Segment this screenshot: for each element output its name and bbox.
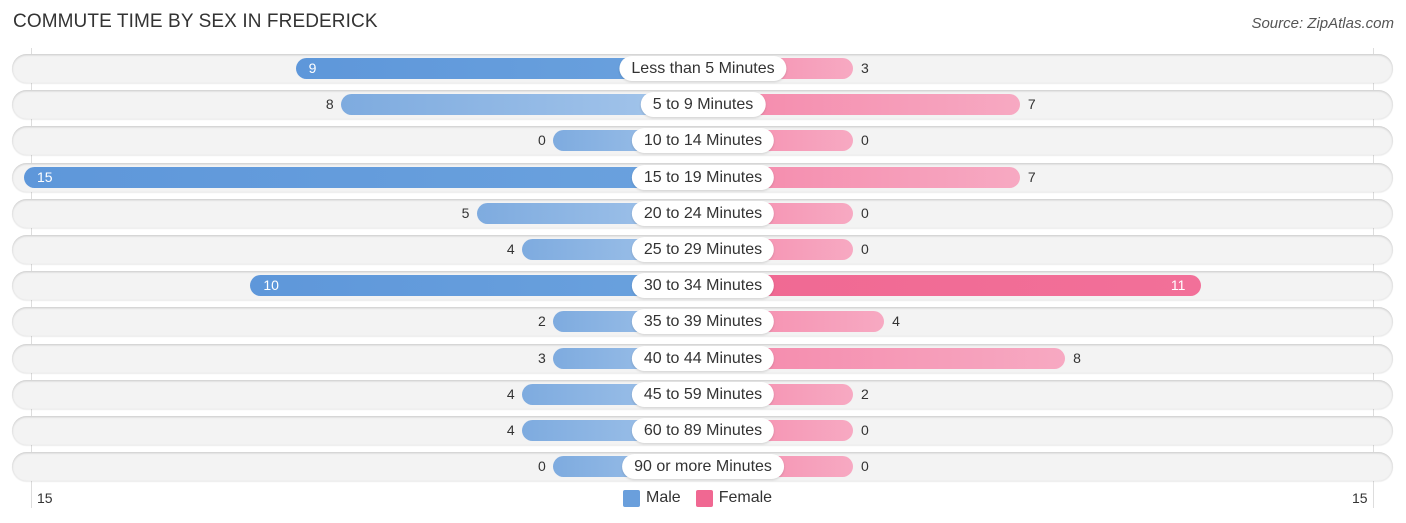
category-label: 30 to 34 Minutes [631,273,775,298]
value-label-female: 7 [1027,96,1036,112]
bar-male[interactable] [24,167,723,188]
value-label-male: 5 [461,205,470,221]
category-label: 20 to 24 Minutes [631,201,775,226]
category-label: 35 to 39 Minutes [631,309,775,334]
value-label-male: 0 [538,458,546,474]
category-label: Less than 5 Minutes [619,56,787,81]
value-label-male: 0 [538,132,546,148]
value-label-female: 7 [1027,169,1036,185]
source-label: Source: ZipAtlas.com [1251,15,1394,32]
category-label: 90 or more Minutes [622,454,784,479]
axis-tick-left: 15 [37,490,53,506]
value-label-female: 0 [861,205,869,221]
value-label-female: 0 [861,132,869,148]
value-label-female: 2 [861,386,869,402]
axis-tick-right: 15 [1352,490,1368,506]
chart-title: COMMUTE TIME BY SEX IN FREDERICK [13,11,378,32]
category-label: 25 to 29 Minutes [631,237,775,262]
value-label-male: 4 [506,422,515,438]
value-label-male: 8 [325,96,334,112]
value-label-female: 11 [1170,277,1186,293]
value-label-male: 4 [506,241,515,257]
value-label-female: 3 [861,60,869,76]
value-label-male: 4 [506,386,515,402]
category-label: 60 to 89 Minutes [631,418,775,443]
value-label-male: 2 [538,313,546,329]
category-label: 40 to 44 Minutes [631,346,775,371]
category-label: 5 to 9 Minutes [640,92,766,117]
legend-swatch-female [695,489,713,507]
value-label-male: 10 [263,277,279,293]
legend-label-male: Male [646,489,681,506]
value-label-male: 3 [538,350,546,366]
value-label-female: 0 [861,422,869,438]
value-label-female: 8 [1073,350,1081,366]
value-label-male: 15 [37,169,53,185]
category-label: 10 to 14 Minutes [631,128,775,153]
value-label-female: 0 [861,458,869,474]
legend-item-male[interactable]: Male [623,489,681,507]
legend-item-female[interactable]: Female [695,489,773,507]
category-label: 45 to 59 Minutes [631,382,775,407]
value-label-female: 0 [861,241,869,257]
legend-swatch-male [623,489,640,507]
legend: Male Female [623,489,787,507]
category-label: 15 to 19 Minutes [631,165,775,190]
value-label-male: 9 [308,60,317,76]
value-label-female: 4 [892,313,900,329]
legend-label-female: Female [718,489,773,506]
